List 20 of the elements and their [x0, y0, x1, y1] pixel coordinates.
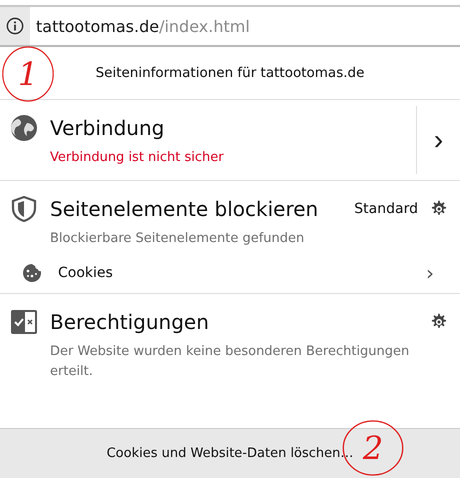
- annotation-circle-icon: [0, 44, 56, 104]
- blocking-mode: Standard: [354, 201, 418, 217]
- blocking-subtitle: Blockierbare Seitenelemente gefunden: [50, 230, 306, 248]
- site-info-button[interactable]: [0, 7, 30, 45]
- permissions-subtitle: Der Website wurden keine besonderen Berechtigungen erteilt.: [50, 343, 410, 381]
- permissions-title: Berechtigungen: [50, 310, 210, 334]
- settings-icon[interactable]: [430, 200, 448, 218]
- info-icon: [6, 17, 24, 35]
- connection-status: Verbindung ist nicht sicher: [50, 149, 225, 167]
- globe-icon: [10, 114, 38, 142]
- permissions-icon: [10, 308, 38, 336]
- annotation-number: 2: [362, 429, 384, 467]
- annotation-number: 1: [18, 55, 38, 93]
- blocking-title: Seitenelemente blockieren: [50, 197, 320, 221]
- url-text[interactable]: tattootomas.de/index.html: [36, 16, 250, 36]
- shield-icon: [10, 195, 38, 223]
- panel-title: Seiteninformationen für tattootomas.de: [96, 65, 364, 81]
- cookie-icon: [22, 263, 42, 283]
- settings-icon[interactable]: [430, 313, 448, 331]
- connection-title: Verbindung: [50, 116, 166, 140]
